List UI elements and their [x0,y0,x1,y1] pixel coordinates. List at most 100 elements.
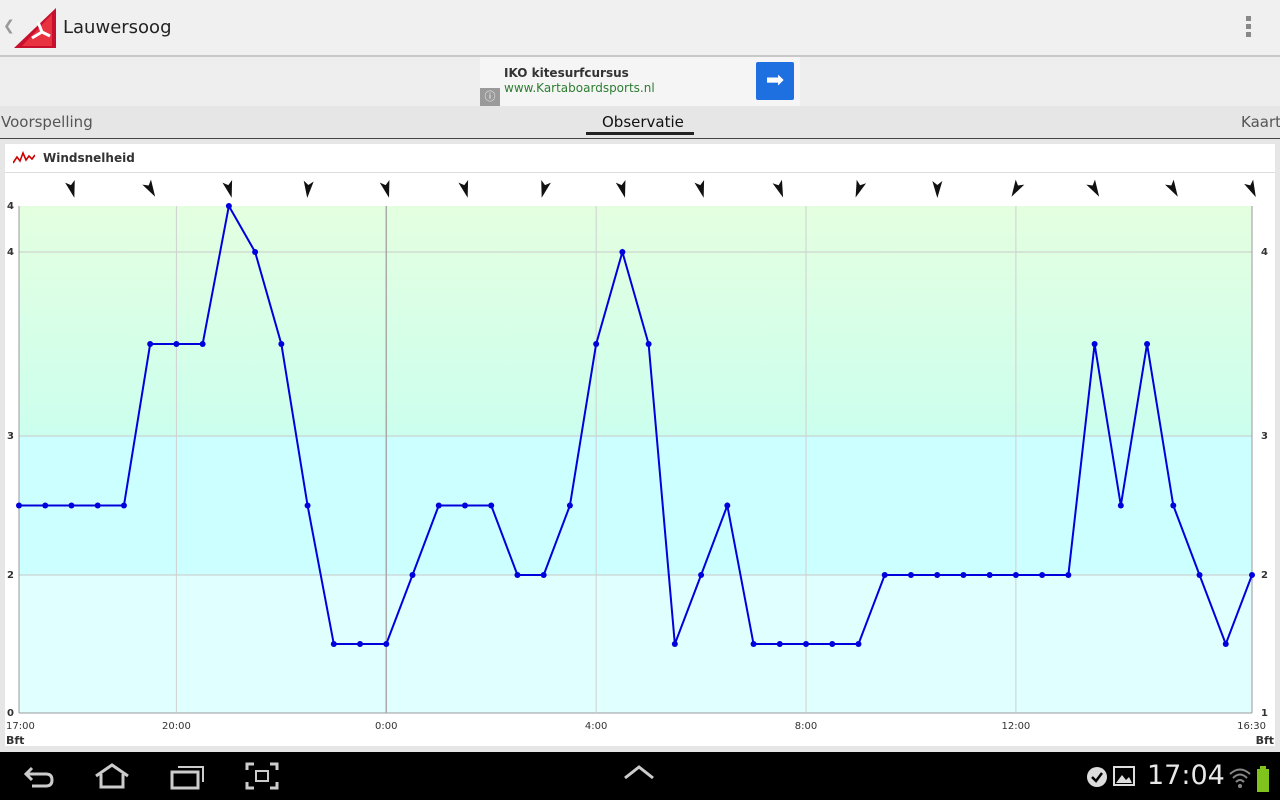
data-point [566,502,573,509]
y-tick-left: 2 [7,570,14,581]
data-point [1170,502,1177,509]
data-point [829,641,836,647]
data-point [304,502,311,509]
wind-direction-arrow [932,181,943,198]
data-point [960,572,967,578]
data-point [855,641,862,647]
system-navigation-bar: 17:04 [0,752,1280,800]
wifi-icon [1229,768,1251,788]
data-point [619,249,626,255]
data-point [225,203,232,209]
data-point [671,641,678,647]
x-tick-label: 0:00 [375,721,397,732]
data-point [173,341,180,347]
wind-direction-arrow [303,180,314,198]
y-tick-left: 0 [7,708,14,719]
wind-direction-arrow [1086,179,1100,197]
wind-direction-arrow [541,179,551,198]
wind-speed-chart: 17:00 20:00 0:00 4:00 8:00 12:00 16:30 Bft Bft 0 2… [6,179,1274,746]
data-point [357,641,364,647]
recent-apps-icon[interactable] [170,762,206,790]
data-point [252,249,259,255]
x-tick-label: 16:30 [1237,721,1266,732]
band-cyan [19,436,1252,575]
ad-title: IKO kitesurfcursus [504,66,629,80]
x-tick-label: 17:00 [6,721,35,732]
data-point [698,572,705,578]
card-title: Windsnelheid [43,151,135,165]
y-unit-left: Bft [6,734,24,746]
ad-banner-area: IKO kitesurfcursus www.Kartaboardsports.… [0,57,1280,106]
band-light [19,575,1252,713]
chevron-up-icon[interactable] [622,762,656,782]
wind-direction-arrow [855,179,867,198]
data-point [1012,572,1019,578]
action-bar: ❮ Lauwersoog [0,0,1280,57]
data-point [94,502,101,509]
notification-check-icon[interactable] [1086,766,1108,788]
home-icon[interactable] [92,762,132,790]
wind-direction-arrow [142,179,156,197]
data-point [383,641,390,647]
wind-direction-arrow [694,179,705,198]
data-point [881,572,888,578]
overflow-menu-icon[interactable] [1238,16,1258,42]
data-point [776,641,783,647]
data-point [1065,572,1072,578]
data-point [16,502,22,509]
tab-kaart[interactable]: Kaart [1241,113,1280,131]
wind-direction-arrow [1244,179,1256,198]
x-tick-label: 20:00 [162,721,191,732]
wind-direction-arrow [1165,179,1178,197]
y-tick-right: 1 [1261,708,1268,719]
wind-speed-card: Windsnelheid 17:00 20:00 0:00 4:00 8:00 12:00… [5,144,1275,746]
y-tick-right: 3 [1261,431,1268,442]
data-point [199,341,206,347]
data-point [1222,641,1229,647]
wind-direction-arrow [222,179,233,198]
ad-info-icon[interactable]: ⓘ [480,88,500,106]
wind-graph-icon [13,151,35,164]
x-tick-label: 8:00 [795,721,817,732]
data-point [1039,572,1046,578]
data-point [1117,502,1124,509]
tab-voorspelling[interactable]: Voorspelling [1,113,93,131]
y-tick-left: 3 [7,431,14,442]
wind-direction-arrow [772,179,784,198]
data-point [461,502,468,509]
wind-direction-arrow [458,179,469,198]
data-point [645,341,652,347]
data-point [986,572,993,578]
data-point [330,641,337,647]
y-unit-right: Bft [1256,734,1274,746]
y-tick-right: 2 [1261,570,1268,581]
screenshot-icon[interactable] [245,762,279,790]
wind-direction-arrow [65,179,75,198]
app-title: Lauwersoog [63,17,172,38]
data-point [278,341,285,347]
ad-url[interactable]: www.Kartaboardsports.nl [504,81,655,95]
gallery-notification-icon[interactable] [1113,766,1135,786]
data-point [540,572,547,578]
ad-go-button[interactable]: ➡ [756,62,794,100]
data-point [724,502,731,509]
data-point [488,502,495,509]
tab-observatie[interactable]: Observatie [602,113,684,131]
card-header: Windsnelheid [5,144,1275,173]
battery-icon [1257,766,1269,792]
wind-direction-arrow [379,179,390,198]
app-logo-icon[interactable] [12,6,58,50]
data-point [750,641,757,647]
data-point [1196,572,1203,578]
data-point [1249,572,1255,578]
ad-banner[interactable]: IKO kitesurfcursus www.Kartaboardsports.… [480,57,800,106]
data-point [1091,341,1098,347]
band-green [19,206,1252,436]
data-point [934,572,941,578]
data-point [120,502,127,509]
data-point [803,641,810,647]
active-tab-indicator [586,132,694,135]
data-point [593,341,600,347]
y-tick-left: 4 [7,201,14,212]
back-icon[interactable] [22,762,56,790]
